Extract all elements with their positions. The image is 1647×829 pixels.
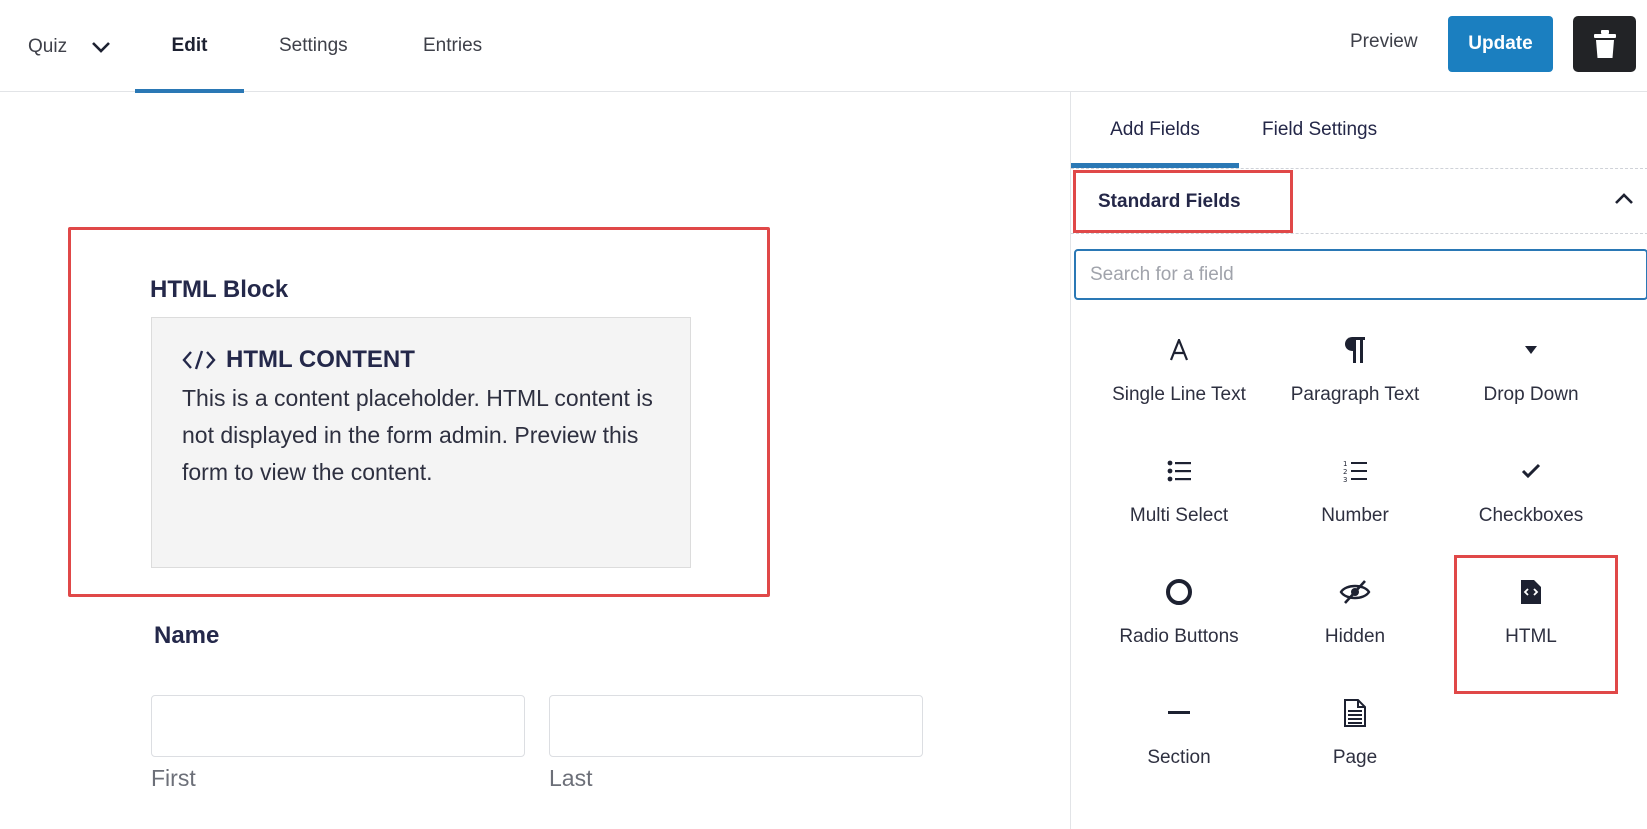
field-label: Multi Select <box>1129 505 1229 526</box>
last-name-input[interactable] <box>549 695 923 757</box>
field-section[interactable]: Section <box>1091 677 1267 798</box>
field-drop-down[interactable]: Drop Down <box>1443 314 1619 435</box>
paragraph-icon <box>1345 337 1365 363</box>
html-content-placeholder: HTML CONTENT This is a content placehold… <box>151 317 691 568</box>
name-field-label: Name <box>154 622 220 649</box>
tab-field-settings-label: Field Settings <box>1262 119 1378 140</box>
tab-settings-label: Settings <box>279 35 348 56</box>
standard-fields-header[interactable]: Standard Fields <box>1071 168 1647 234</box>
dropdown-caret-icon <box>1525 346 1537 354</box>
tab-field-settings[interactable]: Field Settings <box>1262 92 1377 168</box>
field-paragraph-text[interactable]: Paragraph Text <box>1267 314 1443 435</box>
eye-slash-icon <box>1339 580 1371 604</box>
delete-form-button[interactable] <box>1573 16 1636 72</box>
list-icon <box>1167 460 1191 482</box>
tab-entries[interactable]: Entries <box>423 0 482 92</box>
html-block-field[interactable]: HTML Block HTML CONTENT This is a conten… <box>68 227 770 597</box>
field-hidden[interactable]: Hidden <box>1267 556 1443 677</box>
field-page[interactable]: Page <box>1267 677 1443 798</box>
field-label: Drop Down <box>1483 384 1579 405</box>
form-switcher-label: Quiz <box>28 36 68 57</box>
field-multi-select[interactable]: Multi Select <box>1091 435 1267 556</box>
tab-add-fields-label: Add Fields <box>1110 119 1200 140</box>
field-label: Section <box>1147 747 1211 768</box>
field-checkboxes[interactable]: Checkboxes <box>1443 435 1619 556</box>
text-icon <box>1169 339 1189 361</box>
trash-icon <box>1593 30 1616 58</box>
chevron-down-icon <box>92 42 110 53</box>
field-number[interactable]: 123 Number <box>1267 435 1443 556</box>
html-block-title: HTML Block <box>150 276 289 303</box>
numbered-list-icon: 123 <box>1343 460 1367 483</box>
svg-text:3: 3 <box>1343 476 1347 483</box>
preview-link[interactable]: Preview <box>1350 31 1418 53</box>
field-label: Single Line Text <box>1112 384 1246 405</box>
placeholder-heading-text: HTML CONTENT <box>226 346 415 373</box>
field-label: Number <box>1321 505 1389 526</box>
page-icon <box>1344 699 1366 727</box>
field-radio-buttons[interactable]: Radio Buttons <box>1091 556 1267 677</box>
tab-entries-label: Entries <box>423 35 483 56</box>
placeholder-text: This is a content placeholder. HTML cont… <box>182 385 653 485</box>
first-name-sublabel: First <box>151 765 196 791</box>
form-canvas: HTML Block HTML CONTENT This is a conten… <box>0 92 1070 829</box>
tab-settings[interactable]: Settings <box>279 0 348 92</box>
checkmark-icon <box>1521 463 1541 479</box>
svg-text:1: 1 <box>1343 460 1347 468</box>
field-label: Paragraph Text <box>1290 384 1420 405</box>
last-name-sublabel: Last <box>549 765 593 791</box>
field-label: Page <box>1332 747 1378 768</box>
field-label: Checkboxes <box>1478 505 1584 526</box>
chevron-up-icon[interactable] <box>1614 192 1634 206</box>
field-sidebar: Add Fields Field Settings Standard Field… <box>1070 92 1647 829</box>
form-switcher[interactable]: Quiz <box>28 36 111 58</box>
update-button[interactable]: Update <box>1448 16 1553 72</box>
tab-edit[interactable]: Edit <box>135 0 244 93</box>
field-single-line-text[interactable]: Single Line Text <box>1091 314 1267 435</box>
radio-circle-icon <box>1166 579 1192 605</box>
first-name-input[interactable] <box>151 695 525 757</box>
tab-add-fields[interactable]: Add Fields <box>1071 92 1239 168</box>
field-search-input[interactable] <box>1074 249 1647 300</box>
field-label: Radio Buttons <box>1119 626 1239 647</box>
top-toolbar: Quiz Edit Settings Entries Preview Updat… <box>0 0 1647 93</box>
dash-icon <box>1168 711 1190 714</box>
field-label: Hidden <box>1324 626 1386 647</box>
code-icon <box>182 350 216 370</box>
standard-fields-title: Standard Fields <box>1073 170 1293 233</box>
placeholder-heading: HTML CONTENT <box>182 346 660 374</box>
svg-text:2: 2 <box>1343 468 1347 476</box>
html-field-highlight <box>1454 555 1618 694</box>
tab-edit-label: Edit <box>171 35 208 56</box>
